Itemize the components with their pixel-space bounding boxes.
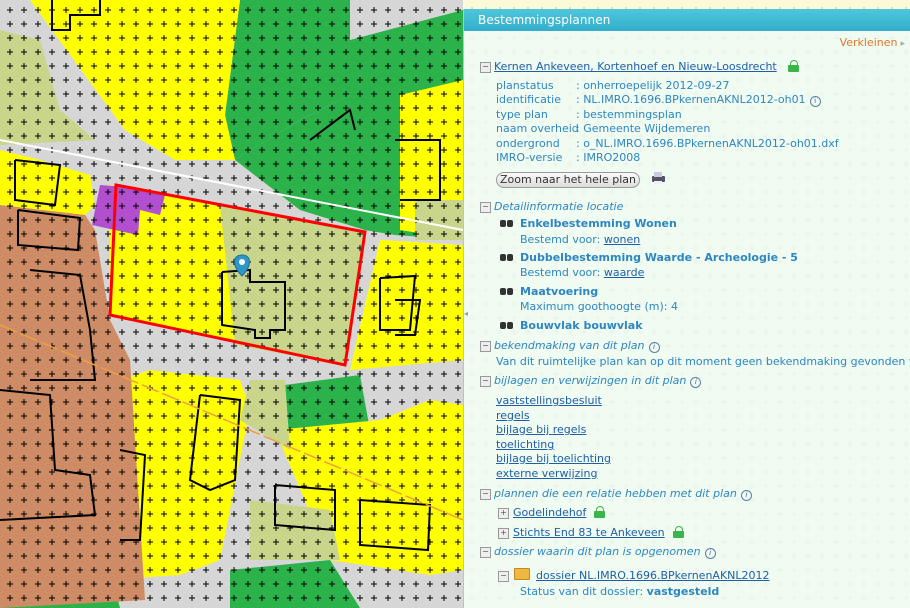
verkleinen-button[interactable]: Verkleinen ▸ — [840, 36, 905, 49]
field-imro-versie: IMRO-versie: IMRO2008 — [496, 151, 641, 164]
info-icon[interactable]: i — [740, 490, 752, 501]
info-icon[interactable]: i — [809, 96, 821, 107]
waarde-link[interactable]: waarde — [604, 266, 645, 279]
collapse-dossier-item-toggle[interactable]: − — [498, 571, 509, 582]
collapse-bekendmaking-toggle[interactable]: − — [480, 341, 491, 352]
info-icon[interactable]: i — [690, 377, 702, 388]
bijlage-link[interactable]: vaststellingsbesluit — [496, 394, 602, 407]
field-ondergrond: ondergrond: o_NL.IMRO.1696.BPkernenAKNL2… — [496, 137, 839, 150]
collapse-detail-toggle[interactable]: − — [480, 202, 491, 213]
binoculars-icon[interactable] — [500, 219, 514, 228]
bijlage-link[interactable]: externe verwijzing — [496, 467, 597, 480]
field-planstatus: planstatus: onherroepelijk 2012-09-27 — [496, 79, 730, 92]
bekendmaking-text: Van dit ruimtelijke plan kan op dit mome… — [496, 355, 910, 368]
bestemmingsplannen-panel: Bestemmingsplannen Verkleinen ▸ ◂ − Kerne… — [463, 9, 910, 608]
related-plan-link[interactable]: Stichts End 83 te Ankeveen — [513, 526, 665, 539]
detail-item-title: Bouwvlak bouwvlak — [520, 319, 643, 332]
bijlage-link[interactable]: bijlage bij regels — [496, 423, 586, 436]
detail-item-title: Maatvoering — [520, 285, 599, 298]
binoculars-icon[interactable] — [500, 253, 514, 262]
related-plan-link[interactable]: Godelindehof — [513, 506, 586, 519]
detail-item-sub: Bestemd voor: waarde — [520, 266, 645, 279]
section-detailinformatie: Detailinformatie locatie — [494, 200, 624, 213]
bijlage-link[interactable]: bijlage bij toelichting — [496, 452, 611, 465]
lock-icon — [788, 60, 800, 72]
collapse-relaties-toggle[interactable]: − — [480, 489, 491, 500]
section-bijlagen: bijlagen en verwijzingen in dit plan i — [494, 374, 702, 388]
bijlage-link[interactable]: regels — [496, 409, 530, 422]
collapse-tab-icon[interactable]: ◂ — [464, 309, 471, 321]
expand-toggle[interactable]: + — [498, 528, 509, 539]
detail-item-title: Dubbelbestemming Waarde - Archeologie - … — [520, 251, 798, 264]
dossier-link[interactable]: dossier NL.IMRO.1696.BPkernenAKNL2012 — [536, 569, 770, 582]
dossier-status: Status van dit dossier: vastgesteld — [520, 585, 720, 598]
collapse-plan-toggle[interactable]: − — [480, 62, 491, 73]
detail-item-title: Enkelbestemming Wonen — [520, 217, 677, 230]
detail-item-sub: Maximum goothoogte (m): 4 — [520, 300, 678, 313]
expand-toggle[interactable]: + — [498, 508, 509, 519]
bijlage-link[interactable]: toelichting — [496, 438, 554, 451]
plan-name-link[interactable]: Kernen Ankeveen, Kortenhoef en Nieuw-Loo… — [494, 60, 777, 73]
collapse-dossier-toggle[interactable]: − — [480, 547, 491, 558]
section-relaties: plannen die een relatie hebben met dit p… — [494, 487, 752, 501]
field-type-plan: type plan: bestemmingsplan — [496, 108, 682, 121]
field-identificatie: identificatie: NL.IMRO.1696.BPkernenAKNL… — [496, 93, 821, 107]
lock-icon — [672, 526, 684, 538]
wonen-link[interactable]: wonen — [604, 233, 640, 246]
info-icon[interactable]: i — [704, 548, 716, 559]
detail-item-sub: Bestemd voor: wonen — [520, 233, 641, 246]
lock-icon — [594, 506, 606, 518]
print-icon[interactable] — [649, 171, 667, 185]
section-dossier: dossier waarin dit plan is opgenomen i — [494, 545, 716, 559]
binoculars-icon[interactable] — [500, 321, 514, 330]
panel-header: Bestemmingsplannen — [464, 9, 910, 31]
folder-icon — [514, 568, 530, 580]
collapse-bijlagen-toggle[interactable]: − — [480, 376, 491, 387]
panel-title: Bestemmingsplannen — [478, 13, 611, 27]
field-naam-overheid: naam overheid: Gemeente Wijdemeren — [496, 122, 711, 135]
info-icon[interactable]: i — [648, 342, 660, 353]
binoculars-icon[interactable] — [500, 287, 514, 296]
section-bekendmaking: bekendmaking van dit plan i — [494, 339, 660, 353]
chevron-right-icon: ▸ — [900, 39, 905, 49]
zoom-to-plan-button[interactable]: Zoom naar het hele plan — [496, 172, 640, 188]
